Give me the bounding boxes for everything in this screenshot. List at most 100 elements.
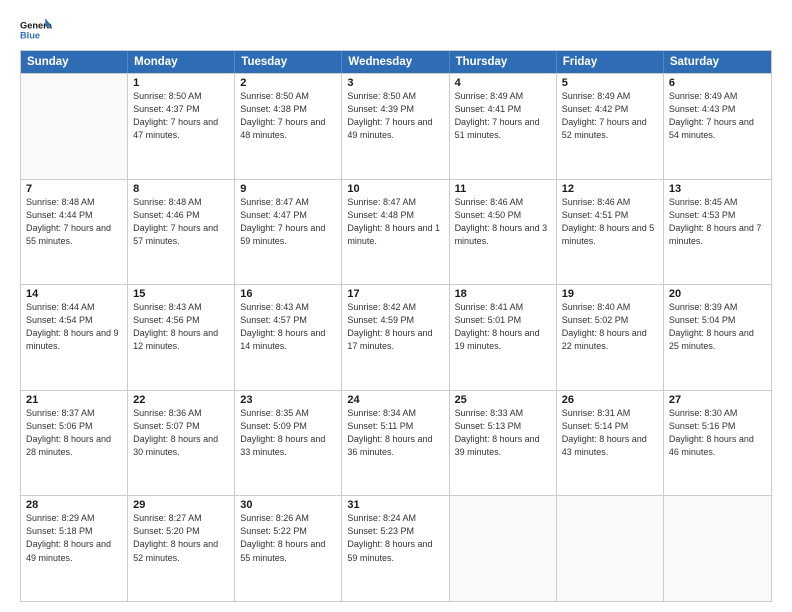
day-number: 11	[455, 183, 551, 195]
sunrise: Sunrise: 8:50 AM	[240, 90, 336, 103]
day-number: 7	[26, 183, 122, 195]
sunrise: Sunrise: 8:31 AM	[562, 407, 658, 420]
cal-cell: 10Sunrise: 8:47 AMSunset: 4:48 PMDayligh…	[342, 180, 449, 285]
day-number: 28	[26, 499, 122, 511]
day-number: 24	[347, 394, 443, 406]
day-number: 14	[26, 288, 122, 300]
daylight-hours: Daylight: 8 hours and 52 minutes.	[133, 538, 229, 564]
sunrise: Sunrise: 8:37 AM	[26, 407, 122, 420]
sunrise: Sunrise: 8:46 AM	[562, 196, 658, 209]
sunset: Sunset: 4:50 PM	[455, 209, 551, 222]
sunrise: Sunrise: 8:49 AM	[455, 90, 551, 103]
cal-week-4: 28Sunrise: 8:29 AMSunset: 5:18 PMDayligh…	[21, 495, 771, 601]
day-number: 15	[133, 288, 229, 300]
cal-week-1: 7Sunrise: 8:48 AMSunset: 4:44 PMDaylight…	[21, 179, 771, 285]
sunrise: Sunrise: 8:42 AM	[347, 301, 443, 314]
daylight-hours: Daylight: 8 hours and 7 minutes.	[669, 222, 766, 248]
sunset: Sunset: 4:44 PM	[26, 209, 122, 222]
sunset: Sunset: 5:09 PM	[240, 420, 336, 433]
daylight-hours: Daylight: 8 hours and 33 minutes.	[240, 433, 336, 459]
daylight-hours: Daylight: 8 hours and 25 minutes.	[669, 327, 766, 353]
sunrise: Sunrise: 8:40 AM	[562, 301, 658, 314]
cal-cell: 4Sunrise: 8:49 AMSunset: 4:41 PMDaylight…	[450, 74, 557, 179]
cal-cell: 22Sunrise: 8:36 AMSunset: 5:07 PMDayligh…	[128, 391, 235, 496]
sunset: Sunset: 5:13 PM	[455, 420, 551, 433]
cal-header-thursday: Thursday	[450, 51, 557, 73]
sunset: Sunset: 5:04 PM	[669, 314, 766, 327]
sunrise: Sunrise: 8:26 AM	[240, 512, 336, 525]
daylight-hours: Daylight: 7 hours and 57 minutes.	[133, 222, 229, 248]
sunset: Sunset: 5:18 PM	[26, 525, 122, 538]
sunset: Sunset: 5:23 PM	[347, 525, 443, 538]
sunset: Sunset: 5:01 PM	[455, 314, 551, 327]
sunset: Sunset: 4:43 PM	[669, 103, 766, 116]
cal-cell: 13Sunrise: 8:45 AMSunset: 4:53 PMDayligh…	[664, 180, 771, 285]
daylight-hours: Daylight: 7 hours and 59 minutes.	[240, 222, 336, 248]
cal-cell: 2Sunrise: 8:50 AMSunset: 4:38 PMDaylight…	[235, 74, 342, 179]
daylight-hours: Daylight: 8 hours and 55 minutes.	[240, 538, 336, 564]
day-number: 12	[562, 183, 658, 195]
day-number: 1	[133, 77, 229, 89]
sunrise: Sunrise: 8:41 AM	[455, 301, 551, 314]
cal-cell: 20Sunrise: 8:39 AMSunset: 5:04 PMDayligh…	[664, 285, 771, 390]
sunrise: Sunrise: 8:44 AM	[26, 301, 122, 314]
daylight-hours: Daylight: 7 hours and 52 minutes.	[562, 116, 658, 142]
daylight-hours: Daylight: 7 hours and 49 minutes.	[347, 116, 443, 142]
cal-cell: 1Sunrise: 8:50 AMSunset: 4:37 PMDaylight…	[128, 74, 235, 179]
cal-cell: 19Sunrise: 8:40 AMSunset: 5:02 PMDayligh…	[557, 285, 664, 390]
day-number: 30	[240, 499, 336, 511]
day-number: 5	[562, 77, 658, 89]
sunset: Sunset: 5:22 PM	[240, 525, 336, 538]
daylight-hours: Daylight: 8 hours and 43 minutes.	[562, 433, 658, 459]
day-number: 17	[347, 288, 443, 300]
sunset: Sunset: 5:06 PM	[26, 420, 122, 433]
cal-cell	[557, 496, 664, 601]
cal-cell: 30Sunrise: 8:26 AMSunset: 5:22 PMDayligh…	[235, 496, 342, 601]
daylight-hours: Daylight: 8 hours and 1 minute.	[347, 222, 443, 248]
day-number: 31	[347, 499, 443, 511]
cal-cell: 15Sunrise: 8:43 AMSunset: 4:56 PMDayligh…	[128, 285, 235, 390]
daylight-hours: Daylight: 8 hours and 39 minutes.	[455, 433, 551, 459]
sunset: Sunset: 5:14 PM	[562, 420, 658, 433]
daylight-hours: Daylight: 7 hours and 48 minutes.	[240, 116, 336, 142]
sunrise: Sunrise: 8:47 AM	[240, 196, 336, 209]
sunrise: Sunrise: 8:49 AM	[562, 90, 658, 103]
daylight-hours: Daylight: 8 hours and 30 minutes.	[133, 433, 229, 459]
sunrise: Sunrise: 8:39 AM	[669, 301, 766, 314]
sunset: Sunset: 4:51 PM	[562, 209, 658, 222]
sunset: Sunset: 5:16 PM	[669, 420, 766, 433]
cal-cell: 27Sunrise: 8:30 AMSunset: 5:16 PMDayligh…	[664, 391, 771, 496]
cal-cell: 21Sunrise: 8:37 AMSunset: 5:06 PMDayligh…	[21, 391, 128, 496]
daylight-hours: Daylight: 8 hours and 3 minutes.	[455, 222, 551, 248]
cal-cell: 9Sunrise: 8:47 AMSunset: 4:47 PMDaylight…	[235, 180, 342, 285]
logo: General Blue	[20, 16, 52, 44]
sunrise: Sunrise: 8:43 AM	[133, 301, 229, 314]
cal-header-friday: Friday	[557, 51, 664, 73]
daylight-hours: Daylight: 7 hours and 55 minutes.	[26, 222, 122, 248]
cal-week-3: 21Sunrise: 8:37 AMSunset: 5:06 PMDayligh…	[21, 390, 771, 496]
day-number: 18	[455, 288, 551, 300]
day-number: 22	[133, 394, 229, 406]
day-number: 13	[669, 183, 766, 195]
logo-icon: General Blue	[20, 16, 52, 44]
sunset: Sunset: 4:41 PM	[455, 103, 551, 116]
sunset: Sunset: 4:46 PM	[133, 209, 229, 222]
sunrise: Sunrise: 8:45 AM	[669, 196, 766, 209]
sunset: Sunset: 4:37 PM	[133, 103, 229, 116]
cal-cell: 6Sunrise: 8:49 AMSunset: 4:43 PMDaylight…	[664, 74, 771, 179]
daylight-hours: Daylight: 8 hours and 12 minutes.	[133, 327, 229, 353]
sunrise: Sunrise: 8:35 AM	[240, 407, 336, 420]
daylight-hours: Daylight: 8 hours and 9 minutes.	[26, 327, 122, 353]
cal-cell	[450, 496, 557, 601]
daylight-hours: Daylight: 8 hours and 17 minutes.	[347, 327, 443, 353]
cal-cell: 26Sunrise: 8:31 AMSunset: 5:14 PMDayligh…	[557, 391, 664, 496]
day-number: 21	[26, 394, 122, 406]
cal-cell	[21, 74, 128, 179]
sunset: Sunset: 5:11 PM	[347, 420, 443, 433]
cal-cell: 23Sunrise: 8:35 AMSunset: 5:09 PMDayligh…	[235, 391, 342, 496]
day-number: 27	[669, 394, 766, 406]
sunrise: Sunrise: 8:34 AM	[347, 407, 443, 420]
daylight-hours: Daylight: 8 hours and 28 minutes.	[26, 433, 122, 459]
sunrise: Sunrise: 8:50 AM	[133, 90, 229, 103]
sunset: Sunset: 4:42 PM	[562, 103, 658, 116]
